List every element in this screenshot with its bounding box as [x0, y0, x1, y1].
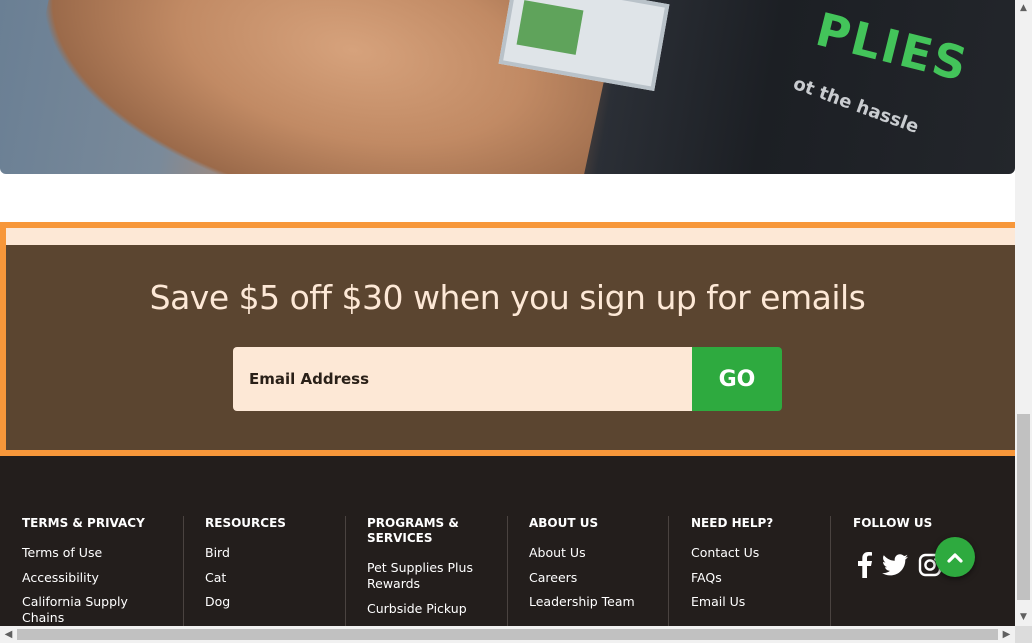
- horizontal-scroll-thumb[interactable]: [17, 629, 998, 640]
- footer-divider: [830, 516, 831, 626]
- twitter-icon[interactable]: [882, 554, 908, 580]
- footer-col-programs: PROGRAMS & SERVICES Pet Supplies Plus Re…: [367, 516, 487, 626]
- footer-heading: TERMS & PRIVACY: [22, 516, 145, 530]
- signup-title: Save $5 off $30 when you sign up for ema…: [149, 278, 866, 317]
- vertical-scrollbar[interactable]: ▲ ▼: [1015, 0, 1032, 626]
- footer-col-about: ABOUT US About Us Careers Leadership Tea…: [529, 516, 659, 626]
- footer-link-contact-us[interactable]: Contact Us: [691, 545, 821, 561]
- scroll-right-icon[interactable]: ▶: [998, 626, 1015, 643]
- footer-heading: NEED HELP?: [691, 516, 774, 530]
- footer-link-email-us[interactable]: Email Us: [691, 594, 821, 610]
- footer-col-help: NEED HELP? Contact Us FAQs Email Us: [691, 516, 821, 626]
- footer-divider: [183, 516, 184, 626]
- horizontal-scrollbar[interactable]: ◀ ▶: [0, 626, 1015, 643]
- footer-link-rewards[interactable]: Pet Supplies Plus Rewards: [367, 560, 477, 592]
- facebook-icon[interactable]: [858, 552, 872, 582]
- footer-link-curbside-pickup[interactable]: Curbside Pickup: [367, 601, 487, 617]
- social-links: [858, 552, 942, 582]
- scroll-down-icon[interactable]: ▼: [1015, 609, 1032, 626]
- email-signup-section: [0, 222, 1015, 456]
- site-footer: TERMS & PRIVACY Terms of Use Accessibili…: [0, 456, 1015, 626]
- email-input[interactable]: [233, 347, 692, 411]
- footer-link-terms-of-use[interactable]: Terms of Use: [22, 545, 172, 561]
- footer-link-dog[interactable]: Dog: [205, 594, 345, 610]
- footer-link-cat[interactable]: Cat: [205, 570, 345, 586]
- scrollbar-corner: [1015, 626, 1032, 643]
- chevron-up-icon: [947, 553, 963, 563]
- footer-heading: PROGRAMS & SERVICES: [367, 516, 459, 545]
- footer-link-careers[interactable]: Careers: [529, 570, 659, 586]
- footer-link-accessibility[interactable]: Accessibility: [22, 570, 172, 586]
- scroll-left-icon[interactable]: ◀: [0, 626, 17, 643]
- footer-link-california-supply-chains[interactable]: California Supply Chains: [22, 594, 172, 626]
- vertical-scroll-thumb[interactable]: [1017, 414, 1030, 600]
- shirt-logo-text: PLIES: [810, 2, 974, 92]
- footer-divider: [345, 516, 346, 626]
- back-to-top-button[interactable]: [935, 537, 975, 577]
- go-button[interactable]: GO: [692, 347, 782, 411]
- footer-col-resources: RESOURCES Bird Cat Dog: [205, 516, 345, 626]
- scroll-up-icon[interactable]: ▲: [1015, 0, 1032, 17]
- footer-divider: [668, 516, 669, 626]
- footer-link-bird[interactable]: Bird: [205, 545, 345, 561]
- footer-divider: [507, 516, 508, 626]
- footer-heading: ABOUT US: [529, 516, 599, 530]
- footer-link-leadership-team[interactable]: Leadership Team: [529, 594, 659, 610]
- footer-heading: FOLLOW US: [853, 516, 933, 530]
- footer-link-about-us[interactable]: About Us: [529, 545, 659, 561]
- footer-col-terms: TERMS & PRIVACY Terms of Use Accessibili…: [22, 516, 172, 626]
- hero-image: PLIES ot the hassle: [0, 0, 1015, 174]
- footer-heading: RESOURCES: [205, 516, 286, 530]
- footer-link-faqs[interactable]: FAQs: [691, 570, 821, 586]
- shirt-tagline: ot the hassle: [790, 73, 922, 138]
